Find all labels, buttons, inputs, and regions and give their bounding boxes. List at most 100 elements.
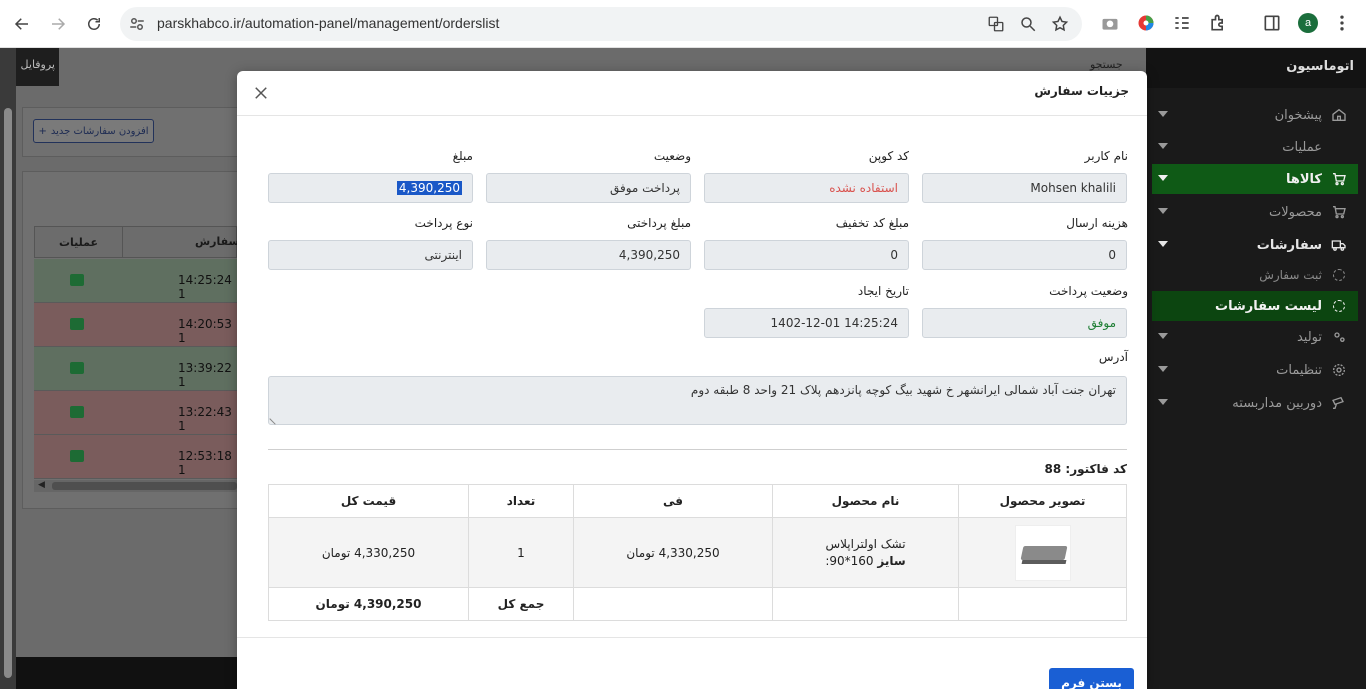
kebab-menu-icon[interactable] [1332, 13, 1352, 33]
truck-icon [1330, 236, 1348, 254]
table-row[interactable]: 14:20:53 1 [34, 303, 237, 347]
modal-header: جزییات سفارش [237, 71, 1147, 116]
pay-type-label: نوع پرداخت [414, 216, 473, 230]
address-text: تهران جنت آباد شمالی ایرانشهر خ شهید بیگ… [690, 383, 1116, 397]
page-scrollbar[interactable] [0, 48, 16, 689]
sidebar-item-label: پیشخوان [1274, 107, 1322, 123]
sidebar-item-label: محصولات [1269, 204, 1322, 220]
sidebar-item-label: کالاها [1285, 171, 1322, 187]
sidebar-item-orders-list[interactable]: لیست سفارشات [1152, 291, 1358, 321]
order-time: 14:20:53 1 [178, 317, 232, 345]
sidebar-item-products[interactable]: محصولات [1152, 197, 1358, 227]
chevron-down-icon [1158, 333, 1168, 339]
col-header-unit-price: فی [573, 484, 773, 518]
col-ops-header: عملیات [35, 227, 123, 257]
discount-label: مبلغ کد تخفیف [835, 216, 909, 230]
page-scrollbar-thumb[interactable] [4, 108, 12, 678]
site-settings-icon[interactable] [128, 15, 146, 33]
amount-value[interactable]: 4,390,250 [396, 181, 462, 195]
mattress-image [1014, 524, 1071, 581]
sidebar-brand[interactable]: اتوماسیون [1146, 48, 1366, 88]
shipping-field: 0 [922, 240, 1127, 270]
empty-cell [772, 587, 959, 621]
modal-title: جزییات سفارش [1034, 84, 1129, 98]
coupon-field: استفاده نشده [704, 173, 909, 203]
sidebar-item-label: عملیات [1282, 139, 1322, 155]
col-order-header: سفارش [195, 235, 240, 248]
col-header-total: قیمت کل [268, 484, 469, 518]
table-hscrollbar[interactable]: ◀ [34, 480, 237, 492]
total-cell: 4,330,250 تومان [268, 517, 469, 588]
zoom-icon[interactable] [1019, 15, 1037, 33]
sidebar-item-settings[interactable]: تنظیمات [1152, 355, 1358, 385]
sidebar-item-production[interactable]: تولید [1152, 322, 1358, 352]
product-name-cell: تشک اولتراپلاس سایز :90*160 [772, 517, 959, 588]
profile-link[interactable]: پروفایل [16, 48, 59, 86]
list-icon[interactable] [70, 274, 84, 286]
close-icon[interactable] [252, 84, 272, 104]
translate-icon[interactable] [987, 15, 1005, 33]
orders-table-header: عملیات سفارش [34, 226, 240, 258]
sidebar-item-cctv[interactable]: دوربین مداربسته [1152, 388, 1358, 418]
list-icon[interactable] [70, 318, 84, 330]
forward-arrow-icon[interactable] [46, 12, 70, 36]
cart-icon [1330, 170, 1348, 188]
chevron-down-icon [1158, 111, 1168, 117]
address-bar[interactable]: parskhabco.ir/automation-panel/managemen… [120, 7, 1082, 41]
search-label: جستجو [1090, 58, 1123, 71]
order-time: 13:22:43 1 [178, 405, 232, 433]
color-extension-icon[interactable] [1136, 13, 1156, 33]
username-label: نام کاربر [1084, 149, 1128, 163]
sidebar-item-dashboard[interactable]: پیشخوان [1152, 100, 1358, 130]
size-value: :90*160 [825, 553, 874, 568]
home-icon [1330, 106, 1348, 124]
discount-field: 0 [704, 240, 909, 270]
sidebar-item-operations[interactable]: عملیات [1152, 132, 1358, 162]
browser-toolbar: parskhabco.ir/automation-panel/managemen… [0, 0, 1366, 48]
camera-icon [1330, 394, 1348, 412]
profile-avatar[interactable]: a [1298, 13, 1318, 33]
unit-price-cell: 4,330,250 تومان [573, 517, 773, 588]
puzzle-extensions-icon[interactable] [1208, 13, 1228, 33]
add-order-button[interactable]: + افزودن سفارشات جدید [33, 119, 154, 143]
amount-field: 4,390,250 [268, 173, 473, 203]
circle-icon [1330, 297, 1348, 315]
address-label: آدرس [1098, 350, 1128, 364]
list-icon[interactable] [70, 450, 84, 462]
scroll-left-icon[interactable]: ◀ [38, 480, 45, 490]
paid-label: مبلغ پرداختی [627, 216, 691, 230]
username-field: Mohsen khalili [922, 173, 1127, 203]
list-icon[interactable] [70, 362, 84, 374]
reload-icon[interactable] [82, 12, 106, 36]
sidepanel-icon[interactable] [1262, 13, 1282, 33]
close-form-button[interactable]: بستن فرم [1049, 668, 1134, 689]
table-row[interactable]: 14:25:24 1 [34, 259, 237, 303]
sidebar-item-new-order[interactable]: ثبت سفارش [1152, 260, 1358, 290]
product-image-cell [958, 517, 1127, 588]
circle-icon [1330, 266, 1348, 284]
pay-status-label: وضعیت پرداخت [1049, 284, 1128, 298]
camera-extension-icon[interactable] [1100, 13, 1120, 33]
resize-grip-icon[interactable] [269, 413, 281, 425]
col-header-name: نام محصول [772, 484, 959, 518]
sidebar-item-label: ثبت سفارش [1259, 268, 1322, 282]
address-textarea[interactable]: تهران جنت آباد شمالی ایرانشهر خ شهید بیگ… [268, 376, 1127, 425]
list-extension-icon[interactable] [1172, 13, 1192, 33]
star-icon[interactable] [1051, 15, 1069, 33]
order-items-table: تصویر محصول نام محصول فی تعداد قیمت کل ت… [268, 484, 1127, 621]
sum-label: جمع کل [468, 587, 574, 621]
table-row[interactable]: 12:53:18 1 [34, 435, 237, 479]
table-row[interactable]: 13:22:43 1 [34, 391, 237, 435]
table-row[interactable]: 13:39:22 1 [34, 347, 237, 391]
created-label: تاریخ ایجاد [857, 284, 909, 298]
list-icon[interactable] [70, 406, 84, 418]
table-hscrollbar-thumb[interactable] [52, 482, 237, 490]
empty-cell [958, 587, 1127, 621]
sidebar-item-orders[interactable]: سفارشات [1152, 230, 1358, 260]
plus-icon: + [38, 125, 47, 137]
sidebar-item-label: تولید [1296, 329, 1322, 345]
sidebar-item-label: تنظیمات [1276, 362, 1322, 378]
back-arrow-icon[interactable] [10, 12, 34, 36]
order-details-modal: جزییات سفارش نام کاربر Mohsen khalili کد… [237, 71, 1147, 689]
sidebar-item-goods[interactable]: کالاها [1152, 164, 1358, 194]
